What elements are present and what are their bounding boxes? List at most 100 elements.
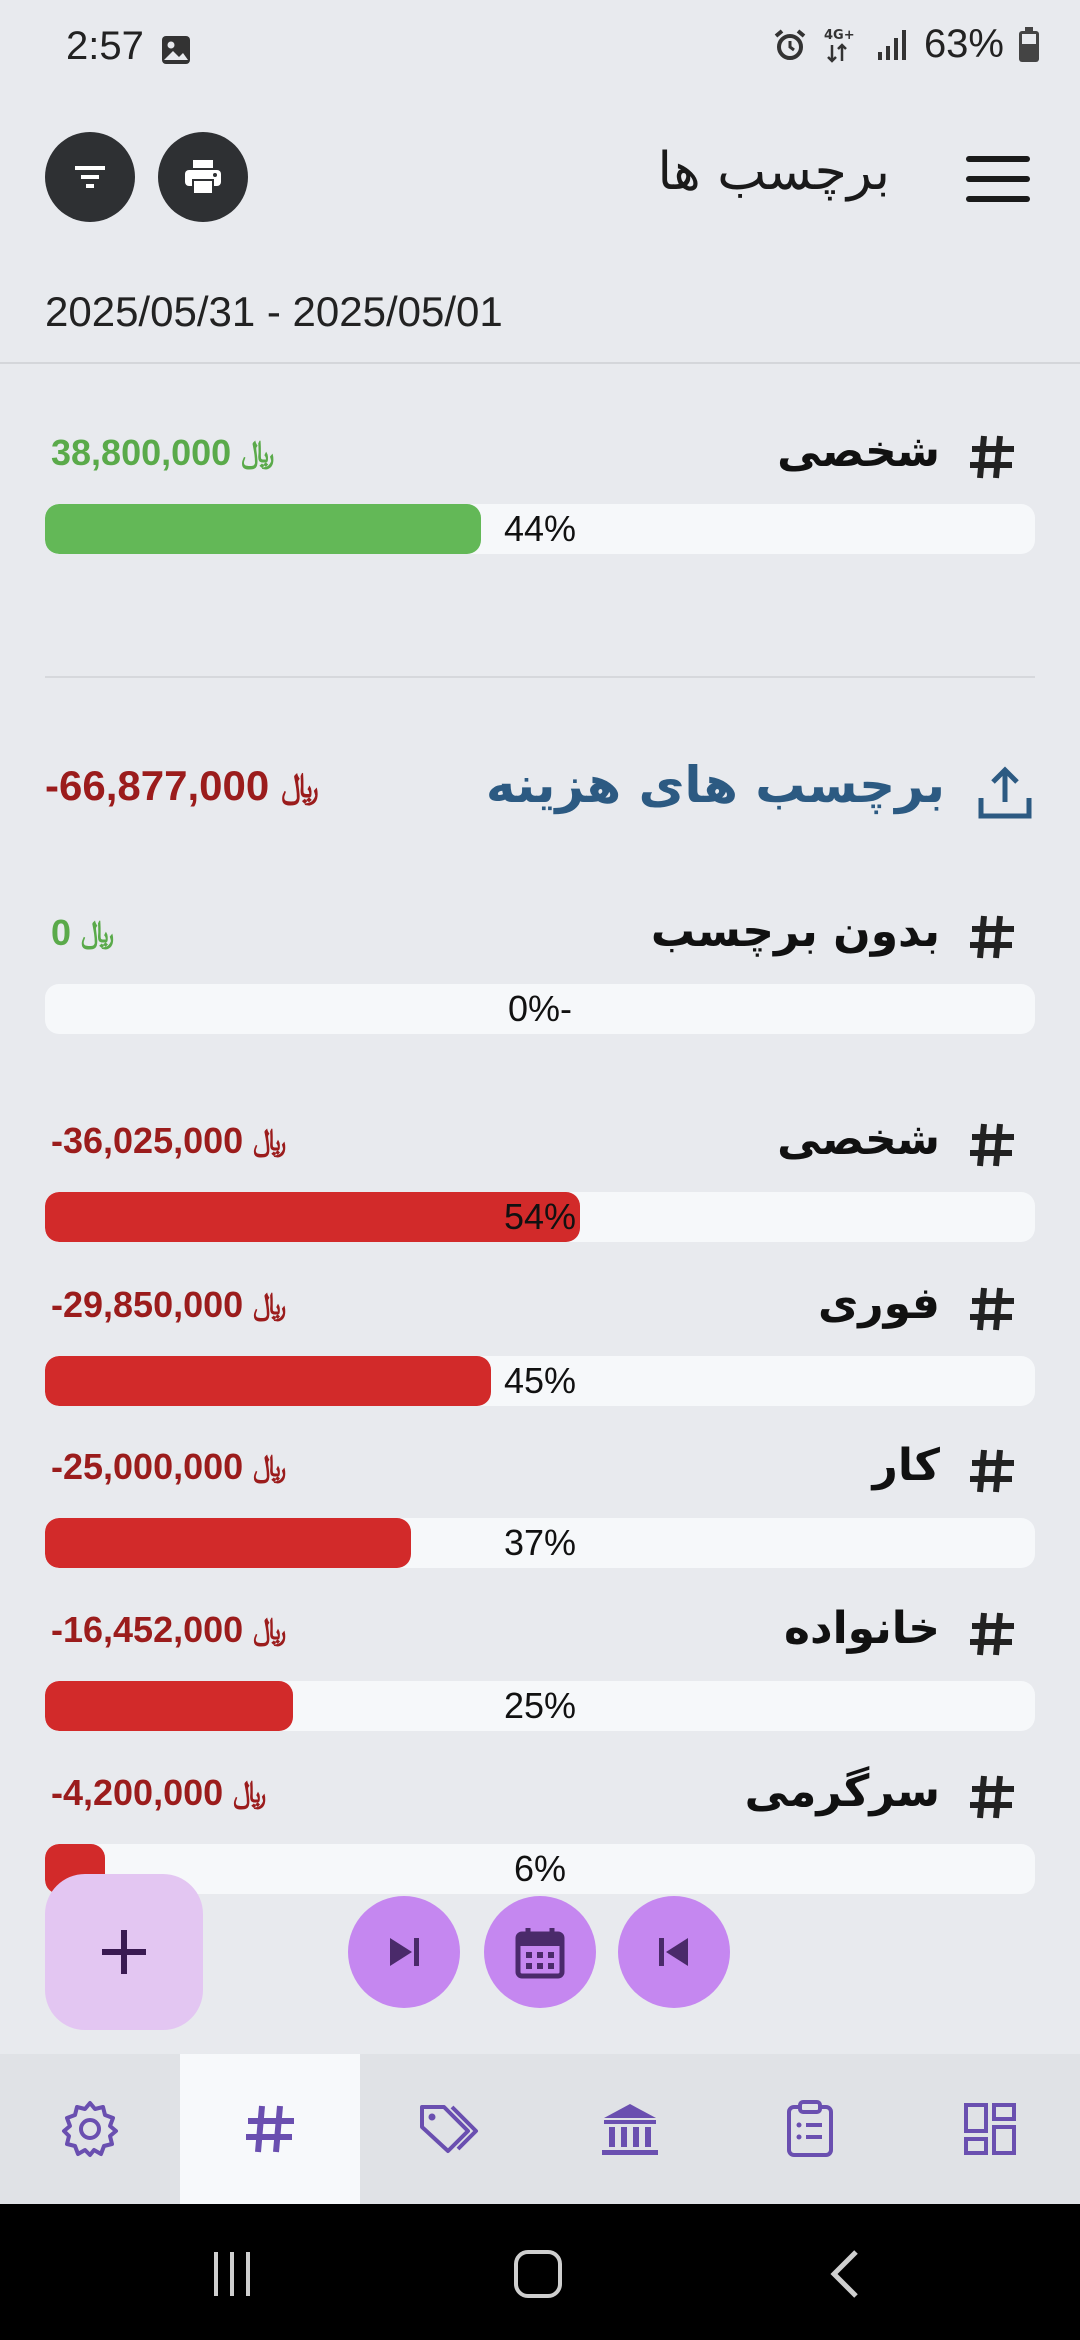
page-title: برچسب ها bbox=[657, 142, 890, 202]
filter-icon bbox=[75, 166, 105, 188]
expense-tag-row[interactable]: شخصی -36,025,000 ﷼ 54% bbox=[45, 1114, 1035, 1250]
income-tag-row[interactable]: شخصی 38,800,000 ﷼ 44% bbox=[45, 426, 1035, 562]
expense-section-header: برچسب های هزینه -66,877,000 ﷼ bbox=[45, 752, 1035, 832]
add-button[interactable] bbox=[45, 1874, 203, 2030]
progress-percent: 44% bbox=[503, 508, 577, 549]
tag-amount: -29,850,000 ﷼ bbox=[51, 1284, 286, 1326]
tag-name: شخصی bbox=[777, 1114, 940, 1165]
progress-percent: 45% bbox=[503, 1360, 577, 1401]
expense-tag-row[interactable]: سرگرمی -4,200,000 ﷼ 6% bbox=[45, 1766, 1035, 1902]
hash-icon bbox=[970, 435, 1014, 479]
hash-icon bbox=[970, 1775, 1014, 1819]
signal-icon bbox=[877, 29, 906, 60]
progress-percent: 0%- bbox=[507, 988, 573, 1029]
tab-tags-hash[interactable] bbox=[180, 2054, 360, 2204]
hash-icon bbox=[246, 2105, 294, 2153]
currency-symbol: ﷼ bbox=[253, 1124, 287, 1157]
printer-icon bbox=[185, 160, 221, 195]
upload-icon bbox=[978, 766, 1032, 819]
hash-icon bbox=[970, 1287, 1014, 1331]
plus-icon bbox=[102, 1930, 146, 1974]
skip-previous-icon bbox=[659, 1938, 688, 1966]
progress-bar: 37% bbox=[45, 1518, 1035, 1568]
print-button[interactable] bbox=[158, 132, 248, 222]
currency-symbol: ﷼ bbox=[253, 1288, 287, 1321]
svg-text:4G+: 4G+ bbox=[824, 28, 855, 43]
progress-bar: 44% bbox=[45, 504, 1035, 554]
hash-icon bbox=[970, 1612, 1014, 1656]
hash-icon bbox=[970, 915, 1014, 959]
date-range[interactable]: 2025/05/31 - 2025/05/01 bbox=[45, 288, 503, 336]
progress-percent: 54% bbox=[503, 1196, 577, 1237]
tab-labels[interactable] bbox=[360, 2054, 540, 2204]
skip-next-icon bbox=[390, 1938, 419, 1966]
battery-icon bbox=[1019, 26, 1039, 62]
progress-bar: 45% bbox=[45, 1356, 1035, 1406]
hash-icon bbox=[970, 1449, 1014, 1493]
recent-line bbox=[214, 2252, 218, 2296]
status-bar: 2:57 4G+ 63% bbox=[0, 0, 1080, 100]
divider bbox=[45, 676, 1035, 678]
amount-value: -25,000,000 bbox=[51, 1446, 244, 1487]
menu-line bbox=[966, 156, 1030, 162]
gear-icon bbox=[62, 2101, 118, 2157]
recent-line bbox=[246, 2252, 250, 2296]
amount-value: -4,200,000 bbox=[51, 1772, 224, 1813]
tag-amount: 0 ﷼ bbox=[51, 912, 114, 954]
previous-period-button[interactable] bbox=[618, 1896, 730, 2008]
tag-amount: -25,000,000 ﷼ bbox=[51, 1446, 286, 1488]
section-total-value: -66,877,000 bbox=[45, 762, 270, 809]
currency-symbol: ﷼ bbox=[233, 1776, 267, 1809]
menu-line bbox=[966, 176, 1030, 182]
amount-value: -16,452,000 bbox=[51, 1609, 244, 1650]
currency-symbol: ﷼ bbox=[253, 1613, 287, 1646]
tags-icon bbox=[420, 2105, 478, 2153]
menu-button[interactable] bbox=[966, 156, 1030, 204]
expense-tag-row[interactable]: کار -25,000,000 ﷼ 37% bbox=[45, 1440, 1035, 1576]
progress-percent: 37% bbox=[503, 1522, 577, 1563]
tag-name: سرگرمی bbox=[744, 1766, 940, 1817]
expense-tag-row[interactable]: فوری -29,850,000 ﷼ 45% bbox=[45, 1278, 1035, 1414]
tag-name: خانواده bbox=[784, 1603, 940, 1654]
tag-amount: -16,452,000 ﷼ bbox=[51, 1609, 286, 1651]
divider bbox=[0, 362, 1080, 364]
tag-amount: -4,200,000 ﷼ bbox=[51, 1772, 266, 1814]
menu-line bbox=[966, 196, 1030, 202]
system-nav-bar bbox=[0, 2204, 1080, 2340]
progress-bar: 54% bbox=[45, 1192, 1035, 1242]
tab-settings[interactable] bbox=[0, 2054, 180, 2204]
section-total: -66,877,000 ﷼ bbox=[45, 762, 319, 810]
bottom-tab-bar bbox=[0, 2054, 1080, 2204]
tab-dashboard[interactable] bbox=[900, 2054, 1080, 2204]
alarm-icon bbox=[774, 28, 806, 60]
app-header: برچسب ها bbox=[0, 120, 1080, 240]
tag-name: فوری bbox=[817, 1278, 940, 1329]
expense-tag-row[interactable]: بدون برچسب 0 ﷼ 0%- bbox=[45, 906, 1035, 1042]
progress-bar: 6% bbox=[45, 1844, 1035, 1894]
currency-symbol: ﷼ bbox=[281, 766, 319, 805]
hash-icon bbox=[970, 1123, 1014, 1167]
dashboard-icon bbox=[964, 2103, 1016, 2155]
recent-apps-button[interactable] bbox=[214, 2252, 258, 2296]
calendar-icon bbox=[515, 1928, 565, 1979]
filter-button[interactable] bbox=[45, 132, 135, 222]
currency-symbol: ﷼ bbox=[241, 436, 275, 469]
progress-percent: 25% bbox=[503, 1685, 577, 1726]
progress-bar: 25% bbox=[45, 1681, 1035, 1731]
expense-tag-row[interactable]: خانواده -16,452,000 ﷼ 25% bbox=[45, 1603, 1035, 1739]
amount-value: 0 bbox=[51, 912, 72, 953]
tag-name: بدون برچسب bbox=[650, 906, 940, 957]
bank-icon bbox=[602, 2104, 658, 2155]
progress-bar: 0%- bbox=[45, 984, 1035, 1034]
next-period-button[interactable] bbox=[348, 1896, 460, 2008]
calendar-button[interactable] bbox=[484, 1896, 596, 2008]
back-icon[interactable] bbox=[826, 2248, 866, 2300]
amount-value: -36,025,000 bbox=[51, 1120, 244, 1161]
home-button[interactable] bbox=[514, 2250, 562, 2298]
status-right: 4G+ 63% bbox=[772, 22, 1040, 67]
status-time: 2:57 bbox=[66, 24, 144, 68]
currency-symbol: ﷼ bbox=[81, 916, 115, 949]
tab-accounts[interactable] bbox=[540, 2054, 720, 2204]
tab-reports[interactable] bbox=[720, 2054, 900, 2204]
image-notification-icon bbox=[162, 36, 190, 64]
